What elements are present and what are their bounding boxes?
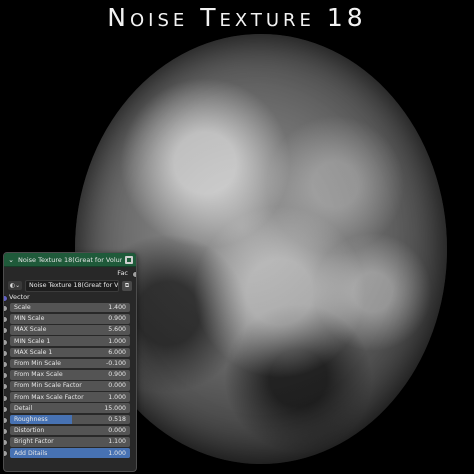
render-title: Noise Texture 18: [107, 3, 367, 32]
field-value: 0.900: [108, 315, 126, 323]
field-label: MAX Scale 1: [14, 348, 53, 356]
field-value: 0.000: [108, 427, 126, 435]
field-label: MAX Scale: [14, 326, 47, 334]
group-user-icon[interactable]: ⧉: [122, 280, 132, 291]
value-slider[interactable]: MIN Scale 0.900: [10, 313, 130, 324]
input-row: Detail 15.000: [4, 403, 136, 414]
value-slider[interactable]: MAX Scale 5.600: [10, 325, 130, 335]
field-value: 0.000: [108, 382, 126, 390]
float-input-socket[interactable]: [4, 439, 8, 447]
float-input-socket[interactable]: [4, 316, 8, 324]
output-fac-row: Fac: [4, 267, 136, 279]
field-label: From Min Scale: [14, 360, 61, 368]
field-label: Detail: [14, 404, 33, 412]
field-label: MIN Scale: [14, 315, 45, 323]
float-input-socket[interactable]: [4, 428, 8, 436]
collapse-chevron-icon[interactable]: ⌄: [7, 256, 15, 264]
group-name-field[interactable]: Noise Texture 18(Great for Vol...: [25, 279, 119, 292]
field-value: 15.000: [104, 404, 126, 412]
vector-input-socket[interactable]: [4, 294, 8, 302]
field-label: MIN Scale 1: [14, 337, 51, 345]
input-row: From Max Scale 0.900: [4, 369, 136, 380]
float-input-socket[interactable]: [4, 394, 8, 402]
field-value: 1.400: [108, 304, 126, 312]
value-slider[interactable]: Scale 1.400: [10, 302, 130, 313]
input-row: Bright Factor 1.100: [4, 436, 136, 447]
node-panel[interactable]: ⌄ Noise Texture 18(Great for Volume) Fac…: [3, 252, 137, 472]
value-slider[interactable]: Add Ditails 1.000: [10, 448, 130, 458]
field-label: Distortion: [14, 427, 45, 435]
group-selector-row: ◐⌄ Noise Texture 18(Great for Vol... ⧉: [4, 279, 136, 292]
value-slider[interactable]: MAX Scale 1 6.000: [10, 347, 130, 358]
field-value: 5.600: [108, 326, 126, 334]
field-value: 6.000: [108, 348, 126, 356]
float-input-socket[interactable]: [4, 450, 8, 458]
input-row: Scale 1.400: [4, 302, 136, 313]
value-slider[interactable]: Detail 15.000: [10, 403, 130, 414]
field-label: Roughness: [14, 415, 48, 423]
input-row: From Min Scale Factor 0.000: [4, 380, 136, 391]
value-slider[interactable]: Bright Factor 1.100: [10, 437, 130, 447]
node-title: Noise Texture 18(Great for Volume): [18, 255, 122, 264]
value-slider[interactable]: From Max Scale 0.900: [10, 369, 130, 380]
node-header[interactable]: ⌄ Noise Texture 18(Great for Volume): [4, 253, 136, 267]
input-row: From Max Scale Factor 1.000: [4, 392, 136, 403]
input-fields: Scale 1.400 MIN Scale 0.900 MAX Scale 5.600 MI…: [4, 302, 136, 459]
field-value: 0.900: [108, 371, 126, 379]
field-label: Scale: [14, 304, 31, 312]
float-input-socket[interactable]: [4, 305, 8, 312]
float-input-socket[interactable]: [4, 416, 8, 424]
output-fac-label: Fac: [117, 269, 128, 277]
float-input-socket[interactable]: [4, 383, 8, 391]
field-label: From Max Scale: [14, 371, 63, 379]
field-value: 1.000: [108, 393, 126, 401]
float-input-socket[interactable]: [4, 327, 8, 335]
field-value: 1.100: [108, 438, 126, 446]
input-row: Roughness 0.518: [4, 414, 136, 425]
input-row: From Min Scale -0.100: [4, 358, 136, 369]
vector-label: Vector: [9, 293, 30, 301]
field-value: -0.100: [106, 360, 126, 368]
float-input-socket[interactable]: [4, 372, 8, 380]
field-value: 1.000: [108, 337, 126, 345]
field-label: From Min Scale Factor: [14, 382, 82, 390]
input-row: MAX Scale 1 6.000: [4, 347, 136, 358]
fac-output-socket[interactable]: [132, 270, 136, 278]
field-value: 1.000: [108, 449, 126, 457]
field-label: Bright Factor: [14, 438, 54, 446]
value-slider[interactable]: Distortion 0.000: [10, 425, 130, 436]
input-row: Add Ditails 1.000: [4, 447, 136, 458]
input-row: Distortion 0.000: [4, 425, 136, 436]
input-row: MAX Scale 5.600: [4, 324, 136, 335]
value-slider[interactable]: From Max Scale Factor 1.000: [10, 392, 130, 402]
value-slider[interactable]: MIN Scale 1 1.000: [10, 336, 130, 346]
value-slider[interactable]: Roughness 0.518: [10, 414, 130, 425]
float-input-socket[interactable]: [4, 338, 8, 346]
node-tree-icon[interactable]: ◐⌄: [8, 281, 22, 290]
vector-input-row: Vector: [4, 292, 136, 302]
node-group-icon[interactable]: [125, 255, 133, 264]
field-value: 0.518: [108, 415, 126, 423]
value-slider[interactable]: From Min Scale -0.100: [10, 358, 130, 369]
input-row: MIN Scale 0.900: [4, 313, 136, 324]
float-input-socket[interactable]: [4, 405, 8, 413]
field-label: From Max Scale Factor: [14, 393, 84, 401]
float-input-socket[interactable]: [4, 349, 8, 357]
float-input-socket[interactable]: [4, 360, 8, 368]
field-label: Add Ditails: [14, 449, 48, 457]
value-slider[interactable]: From Min Scale Factor 0.000: [10, 381, 130, 391]
input-row: MIN Scale 1 1.000: [4, 336, 136, 347]
